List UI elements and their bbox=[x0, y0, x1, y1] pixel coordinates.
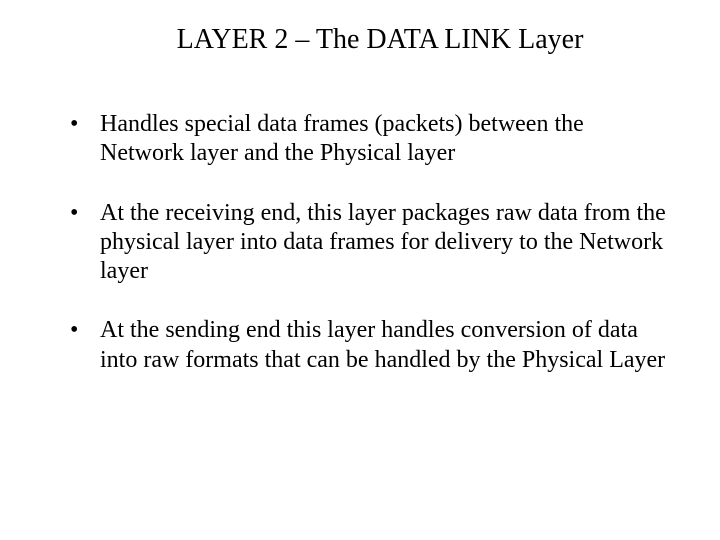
list-item: Handles special data frames (packets) be… bbox=[70, 110, 670, 169]
slide: LAYER 2 – The DATA LINK Layer Handles sp… bbox=[0, 0, 720, 540]
list-item: At the sending end this layer handles co… bbox=[70, 316, 670, 375]
list-item: At the receiving end, this layer package… bbox=[70, 199, 670, 287]
bullet-list: Handles special data frames (packets) be… bbox=[40, 110, 680, 375]
slide-title: LAYER 2 – The DATA LINK Layer bbox=[120, 24, 640, 56]
